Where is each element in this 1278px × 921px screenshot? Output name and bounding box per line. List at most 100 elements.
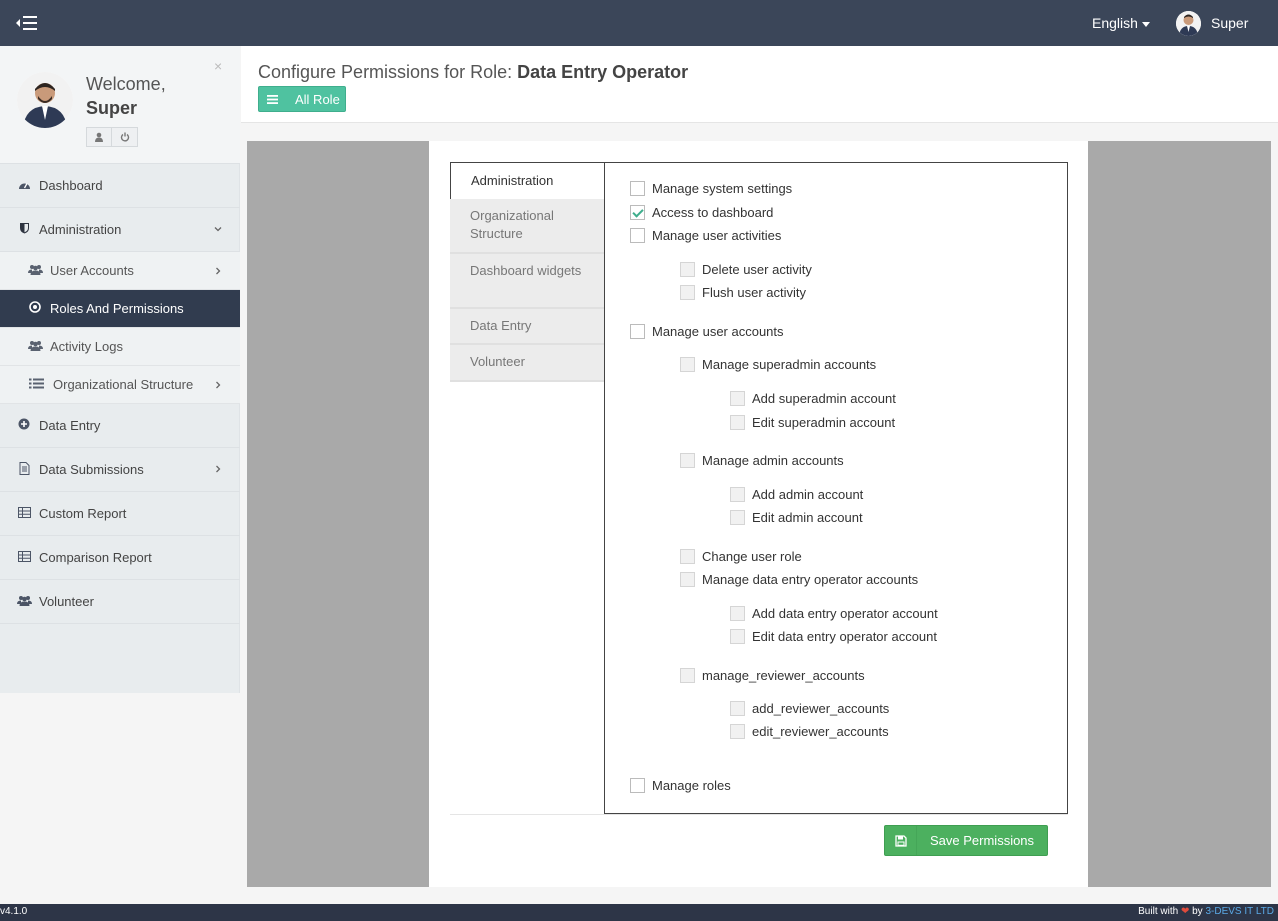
tab-organizational-structure[interactable]: Organizational Structure — [450, 199, 605, 254]
power-icon — [120, 132, 129, 142]
checkbox[interactable] — [630, 180, 645, 196]
permission-add-data-entry-operator-account[interactable]: Add data entry operator account — [730, 604, 938, 622]
sidebar-item-dashboard[interactable]: Dashboard — [0, 164, 240, 208]
sidebar-item-label: Dashboard — [39, 178, 103, 193]
permission-label: Flush user activity — [702, 284, 807, 300]
permission-manage-superadmin-accounts[interactable]: Manage superadmin accounts — [680, 355, 876, 373]
all-role-button[interactable]: All Role — [258, 86, 346, 112]
permission-manage-user-accounts[interactable]: Manage user accounts — [630, 322, 784, 340]
page-title: Configure Permissions for Role: Data Ent… — [258, 62, 688, 83]
sidebar-item-volunteer[interactable]: Volunteer — [0, 580, 240, 624]
sidebar-item-data-entry[interactable]: Data Entry — [0, 404, 240, 448]
sidebar-item-activity-logs[interactable]: Activity Logs — [0, 328, 240, 366]
language-label: English — [1092, 15, 1138, 31]
language-dropdown[interactable]: English — [1092, 15, 1150, 31]
all-role-label: All Role — [295, 92, 340, 107]
file-icon — [17, 461, 31, 478]
footer: v4.1.0 Built with ❤ by 3-DEVS IT LTD — [0, 904, 1278, 921]
profile-actions — [86, 127, 138, 147]
welcome-text: Welcome, — [86, 74, 166, 94]
permission-edit-reviewer-accounts[interactable]: edit_reviewer_accounts — [730, 722, 889, 740]
avatar — [17, 72, 73, 128]
permission-delete-user-activity[interactable]: Delete user activity — [680, 260, 812, 278]
permission-manage-system-settings[interactable]: Manage system settings — [630, 179, 792, 197]
permission-label: Add superadmin account — [752, 390, 896, 406]
sidebar-item-custom-report[interactable]: Custom Report — [0, 492, 240, 536]
table-icon — [17, 550, 31, 565]
save-permissions-label: Save Permissions — [930, 833, 1035, 848]
checkbox[interactable] — [680, 571, 695, 587]
checkbox[interactable] — [680, 261, 695, 277]
sidebar-toggle-icon[interactable] — [16, 13, 40, 33]
checkbox[interactable] — [680, 284, 695, 300]
checkbox[interactable] — [730, 414, 745, 430]
checkbox[interactable] — [630, 227, 645, 243]
checkbox[interactable] — [680, 548, 695, 564]
checkbox[interactable] — [730, 700, 745, 716]
sidebar-item-organizational-structure[interactable]: Organizational Structure — [0, 366, 240, 404]
company-link[interactable]: 3-DEVS IT LTD — [1205, 906, 1274, 917]
save-permissions-button[interactable]: Save Permissions — [884, 825, 1048, 856]
permission-label: manage_reviewer_accounts — [702, 667, 865, 683]
list-icon — [28, 378, 44, 392]
permission-label: Manage roles — [652, 777, 731, 793]
sidebar-item-label: Data Submissions — [39, 462, 144, 477]
permission-manage-admin-accounts[interactable]: Manage admin accounts — [680, 451, 844, 469]
permission-add-admin-account[interactable]: Add admin account — [730, 485, 863, 503]
close-icon[interactable]: × — [214, 58, 222, 74]
plus-circle-icon — [17, 418, 31, 433]
checkbox[interactable] — [630, 777, 645, 793]
checkbox[interactable] — [630, 323, 645, 339]
permission-manage-reviewer-accounts[interactable]: manage_reviewer_accounts — [680, 666, 865, 684]
sidebar-item-comparison-report[interactable]: Comparison Report — [0, 536, 240, 580]
sidebar-item-label: Data Entry — [39, 418, 101, 433]
sidebar-item-roles-and-permissions[interactable]: Roles And Permissions — [0, 290, 240, 328]
tab-administration[interactable]: Administration — [450, 162, 605, 199]
permission-add-reviewer-accounts[interactable]: add_reviewer_accounts — [730, 699, 889, 717]
permission-edit-superadmin-account[interactable]: Edit superadmin account — [730, 413, 895, 431]
permission-manage-data-entry-operator-accounts[interactable]: Manage data entry operator accounts — [680, 570, 918, 588]
permission-access-to-dashboard[interactable]: Access to dashboard — [630, 203, 773, 221]
profile-button[interactable] — [86, 127, 112, 147]
target-icon — [28, 301, 42, 316]
checkbox[interactable] — [680, 452, 695, 468]
checkbox[interactable] — [730, 723, 745, 739]
permission-label: Delete user activity — [702, 261, 812, 277]
sidebar-profile: Welcome, Super × — [0, 46, 240, 164]
permission-label: Edit data entry operator account — [752, 628, 938, 644]
user-icon — [95, 132, 103, 142]
permission-manage-user-activities[interactable]: Manage user activities — [630, 226, 781, 244]
logout-button[interactable] — [112, 127, 138, 147]
permission-edit-data-entry-operator-account[interactable]: Edit data entry operator account — [730, 627, 937, 645]
sidebar-item-data-submissions[interactable]: Data Submissions — [0, 448, 240, 492]
sidebar-item-administration[interactable]: Administration — [0, 208, 240, 252]
sidebar-item-label: Custom Report — [39, 506, 127, 521]
checkbox[interactable] — [730, 390, 745, 406]
sidebar-item-user-accounts[interactable]: User Accounts — [0, 252, 240, 290]
avatar — [1176, 11, 1201, 36]
sidebar-item-label: Administration — [39, 222, 122, 237]
checkbox-checked[interactable] — [630, 204, 645, 220]
tab-volunteer[interactable]: Volunteer — [450, 345, 605, 382]
checkbox[interactable] — [730, 628, 745, 644]
checkbox[interactable] — [730, 605, 745, 621]
checkbox[interactable] — [680, 356, 695, 372]
checkbox[interactable] — [680, 667, 695, 683]
tab-data-entry[interactable]: Data Entry — [450, 309, 605, 345]
permission-edit-admin-account[interactable]: Edit admin account — [730, 508, 863, 526]
permission-label: Add data entry operator account — [752, 605, 938, 621]
tab-dashboard-widgets[interactable]: Dashboard widgets — [450, 254, 605, 309]
checkbox[interactable] — [730, 486, 745, 502]
permission-add-superadmin-account[interactable]: Add superadmin account — [730, 389, 896, 407]
sidebar-item-label: Volunteer — [39, 594, 94, 609]
checkbox[interactable] — [730, 509, 745, 525]
shield-icon — [17, 222, 31, 237]
page-title-prefix: Configure Permissions for Role: — [258, 62, 518, 82]
permission-manage-roles[interactable]: Manage roles — [630, 776, 731, 794]
permission-label: Edit admin account — [752, 509, 863, 525]
permission-change-user-role[interactable]: Change user role — [680, 547, 802, 565]
permission-label: Add admin account — [752, 486, 864, 502]
permission-flush-user-activity[interactable]: Flush user activity — [680, 283, 806, 301]
permission-label: Manage user accounts — [652, 323, 784, 339]
dashboard-icon — [17, 179, 31, 193]
